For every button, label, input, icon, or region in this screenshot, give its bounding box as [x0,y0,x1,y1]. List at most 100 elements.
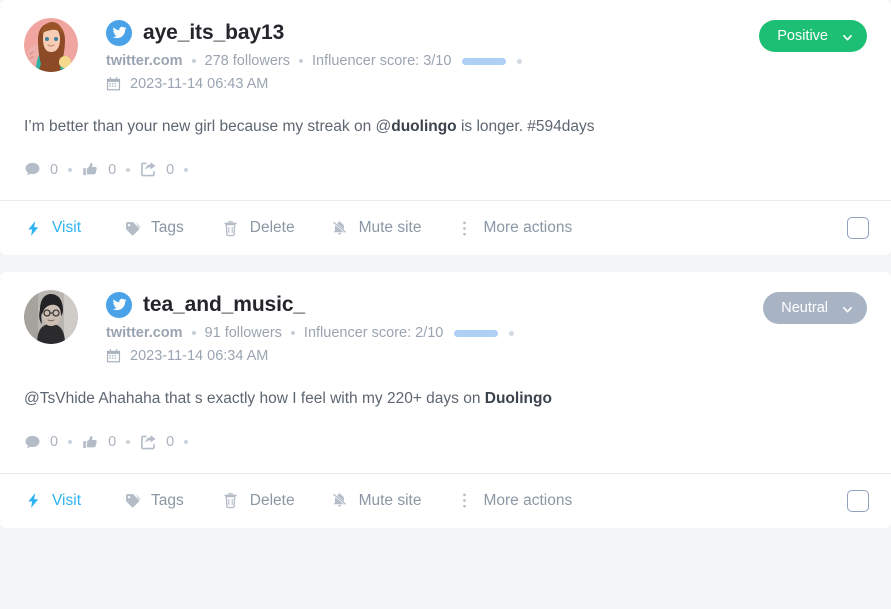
sentiment-dropdown[interactable]: Positive [759,20,867,52]
avatar[interactable] [24,18,78,72]
chevron-down-icon [842,31,853,42]
like-count: 0 [108,161,117,178]
meta-separator-dot [298,59,303,63]
engagement-stats: 0 0 0 [24,434,867,473]
twitter-bird-icon [106,291,132,318]
influencer-score-label: Influencer score: 2/10 [303,325,444,342]
mute-site-label: Mute site [358,219,422,237]
post-text: I’m better than your new girl because my… [24,116,867,138]
more-actions-button[interactable]: More actions [455,219,572,237]
tags-label: Tags [151,491,184,509]
more-actions-label: More actions [483,219,573,237]
avatar[interactable] [24,290,78,345]
action-bar: Visit Tags Delete Mute site More actions [0,201,891,255]
delete-button[interactable]: Delete [222,219,295,237]
stat-separator-dot [68,440,73,445]
sentiment-dropdown[interactable]: Neutral [763,292,867,325]
post-text-after: is longer. #594days [456,118,595,135]
share-icon [140,434,157,451]
post-text-keyword: Duolingo [484,390,552,408]
influencer-score-bar [454,329,499,337]
calendar-icon [106,76,121,92]
post-header-main: aye_its_bay13 twitter.com 278 followers … [106,18,867,92]
tags-label: Tags [151,219,184,237]
delete-label: Delete [249,219,295,237]
share-stat: 0 [140,161,174,178]
delete-button[interactable]: Delete [222,492,295,510]
meta-separator-dot [290,331,295,336]
sentiment-label: Neutral [781,300,828,317]
influencer-score-bar [462,57,507,65]
comment-stat: 0 [24,434,58,451]
username-row: tea_and_music_ [106,291,867,318]
stat-separator-dot [184,440,189,445]
visit-button[interactable]: Visit [24,219,81,237]
post-header: tea_and_music_ twitter.com 91 followers … [24,290,867,364]
post-source[interactable]: twitter.com [106,325,183,341]
mentions-feed: aye_its_bay13 twitter.com 278 followers … [0,0,891,528]
post-text-before: I’m better than your new girl because my… [24,118,392,135]
stat-separator-dot [126,167,131,172]
trash-icon [222,220,240,237]
mention-card: aye_its_bay13 twitter.com 278 followers … [0,0,891,256]
follower-count: 278 followers [204,53,290,69]
mention-card-body: tea_and_music_ twitter.com 91 followers … [0,272,891,472]
like-stat: 0 [82,161,116,178]
share-count: 0 [166,161,175,178]
tag-icon [123,492,141,509]
share-icon [140,161,157,178]
post-text: @TsVhide Ahahaha that s exactly how I fe… [24,388,867,410]
mute-site-button[interactable]: Mute site [331,219,422,237]
post-username[interactable]: tea_and_music_ [143,293,305,317]
twitter-bird-icon [106,19,132,46]
post-username[interactable]: aye_its_bay13 [143,21,284,45]
post-meta-row: twitter.com 278 followers Influencer sco… [106,53,867,69]
select-mention-checkbox[interactable] [847,489,869,512]
calendar-icon [106,348,121,364]
mute-site-label: Mute site [358,491,422,509]
thumbs-up-icon [82,161,99,178]
lightning-bolt-icon [24,220,42,237]
comment-icon [24,434,41,451]
username-row: aye_its_bay13 [106,19,867,46]
meta-separator-dot [191,331,196,336]
mute-site-button[interactable]: Mute site [331,491,422,510]
more-actions-button[interactable]: More actions [455,492,572,510]
comment-count: 0 [50,161,59,178]
bell-muted-icon [331,220,349,237]
meta-separator-dot [191,59,196,63]
engagement-stats: 0 0 0 [24,161,867,200]
tag-icon [123,220,141,237]
visit-label: Visit [52,219,82,237]
more-actions-label: More actions [483,491,573,509]
follower-count: 91 followers [204,325,282,342]
meta-separator-dot [517,58,523,64]
influencer-score-label: Influencer score: 3/10 [311,53,452,69]
vertical-dots-icon [455,492,473,509]
post-date: 2023-11-14 06:43 AM [130,76,269,92]
lightning-bolt-icon [24,492,42,509]
trash-icon [222,492,240,509]
like-count: 0 [108,434,117,451]
action-bar: Visit Tags Delete Mute site More actions [0,474,891,528]
sentiment-label: Positive [777,28,828,44]
post-meta-row: twitter.com 91 followers Influencer scor… [106,325,867,341]
post-source[interactable]: twitter.com [106,53,183,69]
bell-muted-icon [331,492,349,509]
tags-button[interactable]: Tags [123,219,184,237]
comment-stat: 0 [24,161,58,178]
vertical-dots-icon [455,220,473,237]
visit-button[interactable]: Visit [24,492,81,510]
share-stat: 0 [140,434,174,451]
like-stat: 0 [82,434,116,451]
post-text-keyword: duolingo [391,118,457,135]
mention-card: tea_and_music_ twitter.com 91 followers … [0,272,891,528]
meta-separator-dot [509,330,515,336]
mention-card-body: aye_its_bay13 twitter.com 278 followers … [0,0,891,200]
stat-separator-dot [68,167,73,172]
post-text-before: @TsVhide Ahahaha that s exactly how I fe… [24,390,485,408]
thumbs-up-icon [82,434,99,451]
visit-label: Visit [52,491,82,509]
tags-button[interactable]: Tags [123,492,184,510]
select-mention-checkbox[interactable] [847,217,869,240]
